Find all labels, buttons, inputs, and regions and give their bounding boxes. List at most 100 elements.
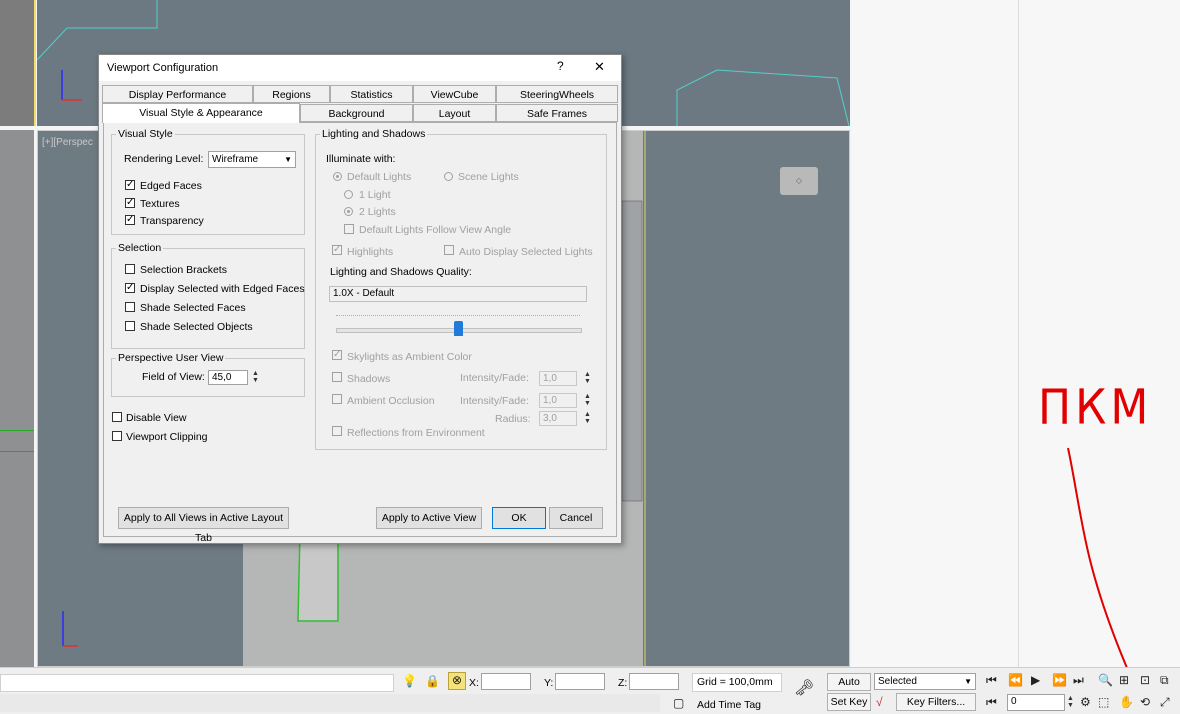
selection-brackets-checkbox[interactable] — [125, 264, 135, 274]
two-lights-radio[interactable] — [344, 207, 353, 216]
tab-safe-frames[interactable]: Safe Frames — [496, 104, 618, 122]
grid-readout: Grid = 100,0mm — [692, 673, 782, 692]
dialog-titlebar[interactable]: Viewport Configuration ? ✕ — [99, 55, 621, 81]
transparency-checkbox[interactable]: ✓ — [125, 215, 135, 225]
display-selected-edged-checkbox[interactable]: ✓ — [125, 283, 135, 293]
cancel-button[interactable]: Cancel — [549, 507, 603, 529]
follow-view-checkbox[interactable] — [344, 224, 354, 234]
viewport-clipping-checkbox[interactable] — [112, 431, 122, 441]
reflections-checkbox[interactable] — [332, 426, 342, 436]
ao-intensity-label: Intensity/Fade: — [460, 395, 529, 407]
frame-spinner[interactable]: ▲ ▼ — [1066, 695, 1075, 710]
lock-icon[interactable]: 🔒 — [425, 674, 440, 688]
transparency-label: Transparency — [140, 215, 204, 227]
absolute-mode-icon[interactable]: ⊗ — [448, 672, 466, 690]
close-button[interactable]: ✕ — [594, 59, 605, 75]
skylights-checkbox[interactable]: ✓ — [332, 350, 342, 360]
go-to-start-icon[interactable]: ⏮ — [986, 673, 997, 687]
prompt-line — [0, 674, 394, 692]
tab-steeringwheels[interactable]: SteeringWheels — [496, 85, 618, 103]
previous-frame-icon[interactable]: ⏪ — [1008, 673, 1023, 687]
time-config-icon[interactable]: ⚙ — [1080, 695, 1091, 709]
set-key-button[interactable]: Set Key — [827, 693, 871, 711]
help-button[interactable]: ? — [557, 59, 564, 73]
scene-lights-radio[interactable] — [444, 172, 453, 181]
scene-lights-label: Scene Lights — [458, 171, 519, 183]
apply-all-views-button[interactable]: Apply to All Views in Active Layout Tab — [118, 507, 289, 544]
zoom-extents-icon[interactable]: ⊡ — [1140, 673, 1150, 687]
default-lights-label: Default Lights — [347, 171, 412, 183]
edged-faces-checkbox[interactable]: ✓ — [125, 180, 135, 190]
shadows-intensity-label: Intensity/Fade: — [460, 372, 529, 384]
key-mode-icon[interactable]: ⏮ — [986, 695, 997, 709]
shadows-intensity-spinner[interactable]: ▲ ▼ — [583, 371, 592, 386]
lighting-group: Lighting and Shadows Illuminate with: De… — [315, 128, 607, 450]
frame-input[interactable]: 0 — [1007, 694, 1065, 711]
ao-radius-input[interactable]: 3,0 — [539, 411, 577, 426]
selection-title: Selection — [116, 242, 164, 254]
viewcube[interactable]: ◇ — [780, 167, 818, 195]
disable-view-checkbox[interactable] — [112, 412, 122, 422]
illuminate-with-label: Illuminate with: — [326, 153, 396, 165]
ao-intensity-input[interactable]: 1,0 — [539, 393, 577, 408]
rendering-level-select[interactable]: Wireframe ▼ — [208, 151, 296, 168]
apply-active-view-button[interactable]: Apply to Active View — [376, 507, 482, 529]
x-input[interactable] — [481, 673, 531, 690]
shade-selected-objects-checkbox[interactable] — [125, 321, 135, 331]
tab-regions[interactable]: Regions — [253, 85, 330, 103]
quality-field[interactable]: 1.0X - Default — [329, 286, 587, 302]
auto-display-checkbox[interactable] — [444, 245, 454, 255]
x-label: X: — [469, 677, 479, 689]
tab-visual-style[interactable]: Visual Style & Appearance — [102, 103, 300, 123]
ao-radius-spinner[interactable]: ▲ ▼ — [583, 411, 592, 426]
fov-input[interactable]: 45,0 — [208, 370, 248, 385]
tab-background[interactable]: Background — [300, 104, 413, 122]
time-tag-icon[interactable]: ▢ — [673, 696, 684, 710]
default-lights-radio[interactable] — [333, 172, 342, 181]
tab-viewcube[interactable]: ViewCube — [413, 85, 496, 103]
quality-slider-thumb[interactable] — [454, 321, 463, 336]
highlights-checkbox[interactable]: ✓ — [332, 245, 342, 255]
viewport-left[interactable] — [0, 130, 34, 667]
viewport-top-left[interactable] — [0, 0, 36, 126]
visual-style-group: Visual Style Rendering Level: Wireframe … — [111, 128, 305, 235]
edged-faces-label: Edged Faces — [140, 180, 202, 192]
shadows-intensity-input[interactable]: 1,0 — [539, 371, 577, 386]
ok-button[interactable]: OK — [492, 507, 546, 529]
curve-editor-icon[interactable]: √ — [876, 695, 883, 709]
play-icon[interactable]: ▶ — [1031, 673, 1040, 687]
key-filters-button[interactable]: Key Filters... — [896, 693, 976, 711]
ao-intensity-spinner[interactable]: ▲ ▼ — [583, 393, 592, 408]
go-to-end-icon[interactable]: ⏭ — [1073, 673, 1084, 687]
key-icon[interactable]: 🗝 — [794, 681, 814, 697]
shadows-checkbox[interactable] — [332, 372, 342, 382]
orbit-icon[interactable]: ⟲ — [1140, 695, 1150, 709]
zoom-icon[interactable]: 🔍 — [1098, 673, 1113, 687]
selected-dropdown[interactable]: Selected ▼ — [874, 673, 976, 690]
zoom-region-icon[interactable]: ⬚ — [1098, 695, 1109, 709]
auto-key-button[interactable]: Auto Key — [827, 673, 871, 704]
y-input[interactable] — [555, 673, 605, 690]
next-frame-icon[interactable]: ⏩ — [1052, 673, 1067, 687]
skylights-label: Skylights as Ambient Color — [347, 351, 472, 363]
highlights-label: Highlights — [347, 246, 394, 258]
quality-slider-ticks — [336, 315, 580, 320]
tab-layout[interactable]: Layout — [413, 104, 496, 122]
lighting-title: Lighting and Shadows — [320, 128, 428, 140]
rendering-level-value: Wireframe — [212, 154, 259, 165]
pan-hand-icon[interactable]: ✋ — [1119, 695, 1134, 709]
zoom-all-icon[interactable]: ⊞ — [1119, 673, 1129, 687]
z-input[interactable] — [629, 673, 679, 690]
fov-spinner[interactable]: ▲ ▼ — [251, 370, 260, 385]
tab-statistics[interactable]: Statistics — [330, 85, 413, 103]
lightbulb-icon[interactable]: 💡 — [402, 674, 417, 688]
zoom-extents-all-icon[interactable]: ⧉ — [1160, 673, 1169, 687]
maximize-viewport-icon[interactable]: ⤢ — [1160, 695, 1170, 709]
one-light-radio[interactable] — [344, 190, 353, 199]
add-time-tag[interactable]: Add Time Tag — [697, 699, 761, 711]
two-lights-label: 2 Lights — [359, 206, 396, 218]
ambient-occlusion-checkbox[interactable] — [332, 394, 342, 404]
shade-selected-faces-checkbox[interactable] — [125, 302, 135, 312]
tab-display-performance[interactable]: Display Performance — [102, 85, 253, 103]
textures-checkbox[interactable]: ✓ — [125, 198, 135, 208]
